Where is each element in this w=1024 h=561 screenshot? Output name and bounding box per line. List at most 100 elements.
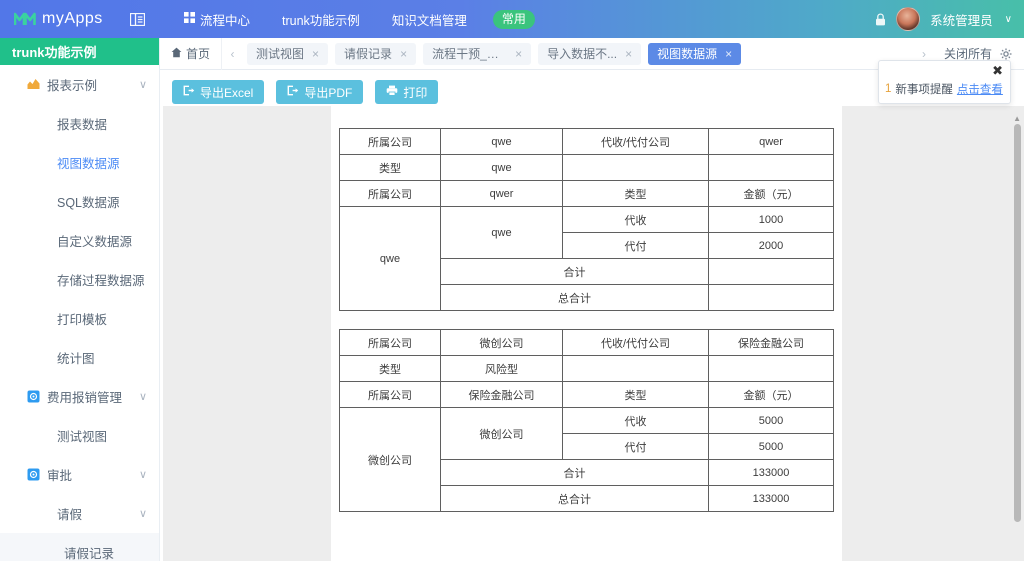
- close-icon[interactable]: ✖: [992, 64, 1003, 77]
- sidebar-item-label: 自定义数据源: [57, 231, 159, 250]
- report-table: 所属公司qwe代收/代付公司qwer类型qwe所属公司qwer类型金额（元）qw…: [339, 128, 834, 311]
- sidebar-item-12[interactable]: 请假记录: [0, 533, 159, 561]
- notification-link[interactable]: 点击查看: [957, 81, 1003, 97]
- cell-subtotal-label: 合计: [441, 460, 709, 486]
- chevron-down-icon[interactable]: ∨: [139, 468, 147, 481]
- table-row: 所属公司qwe代收/代付公司qwer: [340, 129, 834, 155]
- module-icon: [26, 467, 40, 481]
- header-right-group: 系统管理员 ∨: [875, 7, 1024, 31]
- close-icon[interactable]: ×: [312, 48, 319, 60]
- sidebar-item-9[interactable]: 测试视图: [0, 416, 159, 455]
- topnav-item-trunk-demo[interactable]: trunk功能示例: [266, 0, 376, 38]
- sidebar-item-label: 请假记录: [64, 543, 159, 561]
- tab-item-2[interactable]: 流程干预_子... ×: [423, 43, 531, 65]
- col-header-type: 类型: [563, 181, 709, 207]
- sidebar-item-2[interactable]: 视图数据源: [0, 143, 159, 182]
- sidebar-title: trunk功能示例: [0, 38, 159, 65]
- close-icon[interactable]: ×: [515, 48, 522, 60]
- main-content: 导出Excel 导出PDF: [160, 70, 1024, 561]
- chevron-down-icon[interactable]: ∨: [139, 507, 147, 520]
- tab-item-1[interactable]: 请假记录×: [335, 43, 416, 65]
- close-icon[interactable]: ×: [725, 48, 732, 60]
- cell-type-label: 类型: [340, 155, 441, 181]
- tab-home[interactable]: 首页: [160, 38, 221, 70]
- sidebar-item-label: 统计图: [57, 348, 159, 367]
- sidebar-item-5[interactable]: 存储过程数据源: [0, 260, 159, 299]
- common-badge: 常用: [493, 10, 535, 29]
- cell-total-label: 总合计: [441, 486, 709, 512]
- sidebar-item-label: 视图数据源: [57, 153, 159, 172]
- top-navigation: 流程中心 trunk功能示例 知识文档管理 常用: [168, 0, 545, 38]
- brand[interactable]: myApps: [0, 9, 118, 30]
- lock-icon[interactable]: [875, 13, 886, 26]
- sidebar-item-0[interactable]: 报表示例∨: [0, 65, 159, 104]
- tab-item-3[interactable]: 导入数据不...×: [538, 43, 641, 65]
- report-table: 所属公司微创公司代收/代付公司保险金融公司类型风险型所属公司保险金融公司类型金额…: [339, 329, 834, 512]
- sidebar-menu-list: 报表示例∨ 报表数据视图数据源 SQL数据源自定义数据源存储过程数据源打印模板统计图…: [0, 65, 159, 561]
- notification-count: 1: [885, 83, 891, 95]
- tab-prev-arrow[interactable]: ‹: [221, 38, 243, 70]
- cell-blank: [563, 356, 709, 382]
- export-pdf-button[interactable]: 导出PDF: [276, 80, 363, 104]
- scrollbar-thumb[interactable]: [1014, 124, 1021, 522]
- sidebar-item-7[interactable]: 统计图: [0, 338, 159, 377]
- application-window: myApps 流程中心: [0, 0, 1024, 561]
- sidebar-item-4[interactable]: 自定义数据源: [0, 221, 159, 260]
- gear-icon[interactable]: [1000, 48, 1024, 60]
- close-icon[interactable]: ×: [625, 48, 632, 60]
- home-icon: [171, 47, 182, 61]
- tab-strip: 测试视图×请假记录×流程干预_子...×导入数据不...×视图数据源×: [243, 38, 912, 70]
- cell-subtotal-value: 133000: [709, 460, 834, 486]
- export-excel-label: 导出Excel: [200, 84, 253, 101]
- table-row: 微创公司微创公司代收5000: [340, 408, 834, 434]
- chart-icon: [26, 77, 40, 91]
- cell-agent-label: 代收/代付公司: [563, 129, 709, 155]
- export-excel-button[interactable]: 导出Excel: [172, 80, 264, 104]
- sidebar-item-11[interactable]: 请假∨: [0, 494, 159, 533]
- table-row: 所属公司qwer类型金额（元）: [340, 181, 834, 207]
- notification-text: 新事项提醒: [895, 81, 953, 97]
- tab-item-0[interactable]: 测试视图 ×: [247, 43, 328, 65]
- topnav-item-knowledge-doc[interactable]: 知识文档管理: [376, 0, 483, 38]
- vertical-scrollbar[interactable]: [1014, 124, 1021, 554]
- scroll-up-arrow[interactable]: ▲: [1013, 114, 1021, 123]
- sidebar-item-1[interactable]: 报表数据: [0, 104, 159, 143]
- chevron-down-icon[interactable]: ∨: [139, 390, 147, 403]
- avatar[interactable]: [896, 7, 920, 31]
- tab-item-4[interactable]: 视图数据源×: [648, 43, 741, 65]
- sidebar-item-3[interactable]: SQL数据源: [0, 182, 159, 221]
- sidebar: trunk功能示例 报表示例∨ 报表数据视图数据源 SQL数据源自定义数据源存储过程…: [0, 38, 160, 561]
- table-row: 所属公司微创公司代收/代付公司保险金融公司: [340, 330, 834, 356]
- chevron-down-icon[interactable]: ∨: [139, 78, 147, 91]
- sidebar-item-label: 请假: [57, 504, 139, 523]
- tab-label: 测试视图: [256, 45, 304, 62]
- user-name[interactable]: 系统管理员: [930, 10, 993, 29]
- table-row: 类型qwe: [340, 155, 834, 181]
- topnav-item-flow-center[interactable]: 流程中心: [168, 0, 266, 38]
- cell-group-company: qwe: [340, 207, 441, 311]
- cell-type-value: qwe: [441, 155, 563, 181]
- topnav-label: 流程中心: [200, 10, 250, 29]
- cell-subtotal-value: [709, 259, 834, 285]
- cell-amount: 1000: [709, 207, 834, 233]
- top-header-bar: myApps 流程中心: [0, 0, 1024, 38]
- collapse-menu-icon[interactable]: [124, 6, 150, 32]
- table-row: qweqwe代收1000: [340, 207, 834, 233]
- close-icon[interactable]: ×: [400, 48, 407, 60]
- sidebar-item-label: 存储过程数据源: [57, 270, 159, 289]
- cell-company-label: 所属公司: [340, 330, 441, 356]
- sidebar-item-8[interactable]: 费用报销管理∨: [0, 377, 159, 416]
- cell-blank: [709, 356, 834, 382]
- topnav-item-common[interactable]: 常用: [483, 0, 545, 38]
- chevron-down-icon[interactable]: ∨: [1005, 14, 1012, 25]
- cell-type: 代付: [563, 233, 709, 259]
- sidebar-item-6[interactable]: 打印模板: [0, 299, 159, 338]
- cell-type-value: 风险型: [441, 356, 563, 382]
- print-button[interactable]: 打印: [375, 80, 438, 104]
- sidebar-item-label: 报表数据: [57, 114, 159, 133]
- tab-label: 流程干预_子...: [432, 45, 507, 62]
- sidebar-item-label: SQL数据源: [57, 192, 159, 211]
- cell-subtotal-label: 合计: [441, 259, 709, 285]
- sidebar-item-10[interactable]: 审批∨: [0, 455, 159, 494]
- report-scroll-area[interactable]: 所属公司qwe代收/代付公司qwer类型qwe所属公司qwer类型金额（元）qw…: [163, 106, 1024, 561]
